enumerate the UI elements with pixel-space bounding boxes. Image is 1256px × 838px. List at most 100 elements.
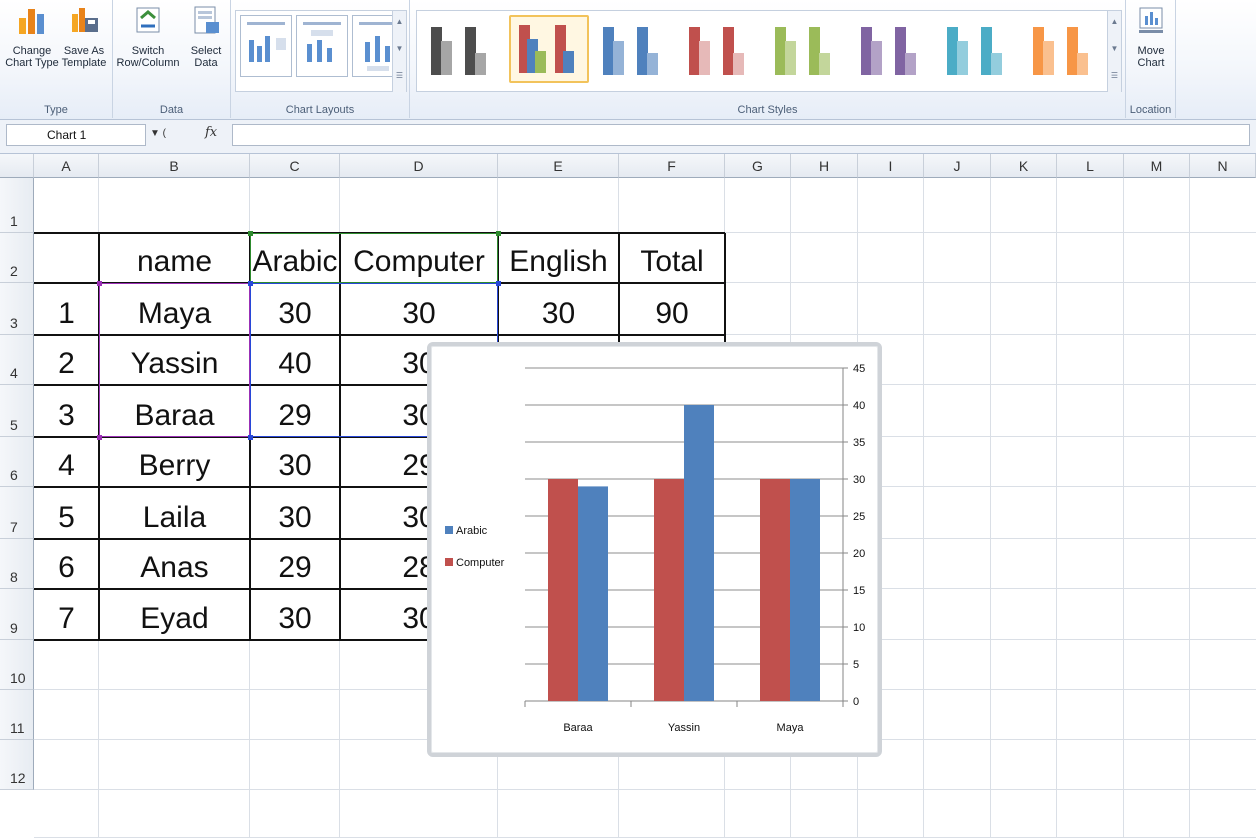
chart-layouts-scroll-down[interactable]: ▼ — [392, 38, 406, 65]
column-header-l[interactable]: L — [1057, 154, 1124, 178]
chart-styles-more[interactable]: ☰ — [1107, 65, 1121, 92]
column-header-e[interactable]: E — [498, 154, 619, 178]
row-number-cell[interactable]: 5 — [34, 503, 99, 537]
row-header-8[interactable]: 8 — [0, 539, 34, 589]
legend-swatch-computer — [445, 558, 453, 566]
row-header-10[interactable]: 10 — [0, 640, 34, 690]
change-chart-type-label-1: Change — [12, 45, 52, 57]
row-number-cell[interactable]: 1 — [34, 299, 99, 333]
row-number-cell[interactable]: 6 — [34, 553, 99, 587]
chart-layouts-more[interactable]: ☰ — [392, 65, 406, 92]
name-box[interactable]: Chart 1 — [6, 124, 146, 146]
column-header-k[interactable]: K — [991, 154, 1057, 178]
switch-row-column-icon — [136, 7, 160, 33]
row-number-cell[interactable]: 7 — [34, 604, 99, 638]
chart-area[interactable]: 0 5 10 15 20 25 30 35 40 45 Baraa Yassin Maya Arabic C… — [427, 342, 882, 757]
arabic-cell[interactable]: 30 — [250, 503, 340, 537]
column-header-b[interactable]: B — [99, 154, 250, 178]
range-handle[interactable] — [97, 435, 102, 440]
row-header-2[interactable]: 2 — [0, 233, 34, 283]
range-handle[interactable] — [496, 281, 501, 286]
chart-style-8[interactable] — [1025, 15, 1105, 83]
arabic-cell[interactable]: 30 — [250, 604, 340, 638]
change-chart-type-button[interactable]: Change Chart Type — [4, 4, 60, 69]
move-chart-button[interactable]: Move Chart — [1130, 4, 1172, 69]
chart-style-6-bar — [871, 41, 882, 75]
y-tick-label: 45 — [853, 363, 865, 375]
chart-style-6-bar — [905, 53, 916, 75]
range-handle[interactable] — [97, 281, 102, 286]
name-cell[interactable]: Laila — [99, 503, 250, 537]
switch-row-column-button[interactable]: Switch Row/Column — [115, 4, 181, 69]
chart-style-7[interactable] — [939, 15, 1019, 83]
name-cell[interactable]: Berry — [99, 451, 250, 485]
save-as-template-button[interactable]: Save As Template — [58, 4, 110, 69]
range-handle[interactable] — [496, 231, 501, 236]
column-header-f[interactable]: F — [619, 154, 725, 178]
arabic-cell[interactable]: 30 — [250, 451, 340, 485]
y-tick-label: 20 — [853, 548, 865, 560]
chart-style-8-bar — [1043, 41, 1054, 75]
column-header-h[interactable]: H — [791, 154, 858, 178]
chart-styles-scroll-up[interactable]: ▲ — [1107, 11, 1121, 38]
select-data-button[interactable]: Select Data — [185, 4, 227, 69]
range-handle[interactable] — [248, 231, 253, 236]
chart-layout-1[interactable] — [240, 15, 292, 77]
chart-styles-scroll-down[interactable]: ▼ — [1107, 38, 1121, 65]
chart-style-4[interactable] — [681, 15, 761, 83]
header-cell-english[interactable]: English — [498, 247, 619, 281]
name-cell[interactable]: Anas — [99, 553, 250, 587]
range-handle[interactable] — [248, 435, 253, 440]
row-header-1[interactable]: 1 — [0, 178, 34, 233]
bar-arabic-maya — [790, 479, 820, 701]
header-cell-name[interactable]: name — [99, 247, 250, 281]
column-header-d[interactable]: D — [340, 154, 498, 178]
row-header-5[interactable]: 5 — [0, 385, 34, 437]
chart-style-2[interactable] — [509, 15, 589, 83]
row-header-7[interactable]: 7 — [0, 487, 34, 539]
range-handle[interactable] — [248, 281, 253, 286]
row-header-11[interactable]: 11 — [0, 690, 34, 740]
row-number-cell[interactable]: 3 — [34, 401, 99, 435]
formula-bar: Chart 1 ▼ ( fx — [0, 120, 1256, 154]
chart-layout-2[interactable] — [296, 15, 348, 77]
row-header-4[interactable]: 4 — [0, 335, 34, 385]
column-header-g[interactable]: G — [725, 154, 791, 178]
column-header-a[interactable]: A — [34, 154, 99, 178]
column-header-j[interactable]: J — [924, 154, 991, 178]
row-header-12[interactable]: 12 — [0, 740, 34, 790]
column-header-i[interactable]: I — [858, 154, 924, 178]
chart-layouts-scroll-up[interactable]: ▲ — [392, 11, 406, 38]
chart-layouts-group-label: Chart Layouts — [285, 104, 355, 116]
name-cell[interactable]: Eyad — [99, 604, 250, 638]
chart-style-4-bar — [733, 53, 744, 75]
row-header-3[interactable]: 3 — [0, 283, 34, 335]
row-number-cell[interactable]: 2 — [34, 349, 99, 383]
bar-computer-baraa — [548, 479, 578, 701]
arabic-cell[interactable]: 29 — [250, 553, 340, 587]
location-group: Move Chart Location — [1126, 0, 1176, 118]
total-cell[interactable]: 90 — [619, 299, 725, 333]
row-number-cell[interactable]: 4 — [34, 451, 99, 485]
y-tick-label: 0 — [853, 696, 859, 708]
chart-layouts-group: ▲ ▼ ☰ Chart Layouts — [231, 0, 410, 118]
chart-style-3[interactable] — [595, 15, 675, 83]
bar-computer-maya — [760, 479, 790, 701]
select-all-corner[interactable] — [0, 154, 34, 178]
legend-label-arabic: Arabic — [456, 525, 488, 537]
column-header-c[interactable]: C — [250, 154, 340, 178]
chart-style-5[interactable] — [767, 15, 847, 83]
english-cell[interactable]: 30 — [498, 299, 619, 333]
formula-input[interactable] — [232, 124, 1250, 146]
header-cell-total[interactable]: Total — [619, 247, 725, 281]
column-header-m[interactable]: M — [1124, 154, 1190, 178]
y-tick-label: 10 — [853, 622, 865, 634]
row-header-6[interactable]: 6 — [0, 437, 34, 487]
insert-function-icon[interactable]: fx — [205, 125, 217, 140]
move-chart-label-2: Chart — [1137, 57, 1165, 69]
row-header-9[interactable]: 9 — [0, 589, 34, 640]
chart-style-1[interactable] — [423, 15, 503, 83]
name-box-dropdown-icon[interactable]: ▼ ( — [150, 128, 166, 139]
chart-style-6[interactable] — [853, 15, 933, 83]
column-header-n[interactable]: N — [1190, 154, 1256, 178]
